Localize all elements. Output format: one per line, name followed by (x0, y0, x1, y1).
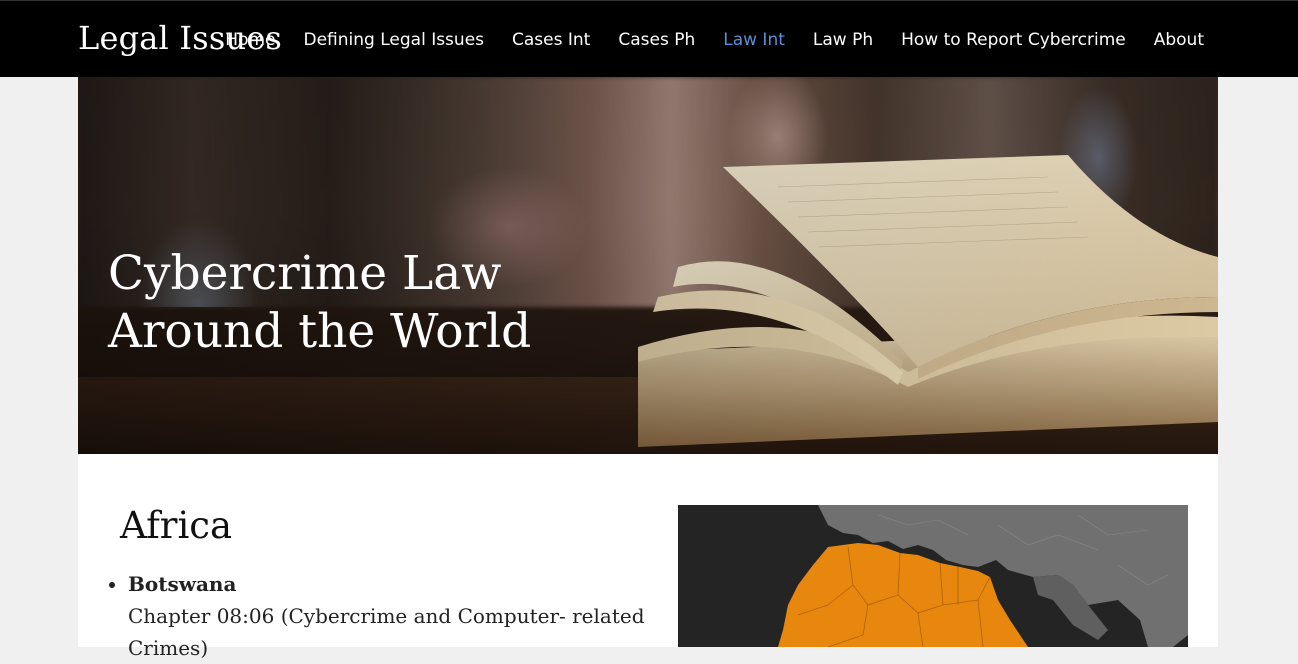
hero-banner: Cybercrime Law Around the World (78, 77, 1218, 454)
law-title: Chapter 08:06 (Cybercrime and Computer- … (128, 604, 645, 660)
nav-how-to-report[interactable]: How to Report Cybercrime (901, 30, 1126, 50)
hero-title-line-2: Around the World (108, 304, 532, 359)
nav-home[interactable]: Home (225, 30, 275, 50)
hero-title: Cybercrime Law Around the World (108, 245, 531, 361)
main-nav: Home Defining Legal Issues Cases Int Cas… (197, 30, 1204, 50)
africa-map-image (678, 505, 1188, 647)
list-item: Botswana Chapter 08:06 (Cybercrime and C… (128, 568, 648, 664)
main-content: Africa Botswana Chapter 08:06 (Cybercrim… (78, 454, 1218, 660)
country-law-list: Botswana Chapter 08:06 (Cybercrime and C… (106, 568, 648, 664)
nav-about[interactable]: About (1154, 30, 1204, 50)
section-title-africa: Africa (120, 504, 233, 547)
nav-cases-int[interactable]: Cases Int (512, 30, 590, 50)
nav-law-ph[interactable]: Law Ph (813, 30, 873, 50)
nav-law-int[interactable]: Law Int (723, 30, 785, 50)
nav-defining-legal-issues[interactable]: Defining Legal Issues (304, 30, 485, 50)
nav-cases-ph[interactable]: Cases Ph (618, 30, 695, 50)
country-name: Botswana (128, 572, 237, 596)
top-navigation-bar: Legal Issues Home Defining Legal Issues … (0, 0, 1298, 77)
hero-title-line-1: Cybercrime Law (108, 246, 502, 301)
